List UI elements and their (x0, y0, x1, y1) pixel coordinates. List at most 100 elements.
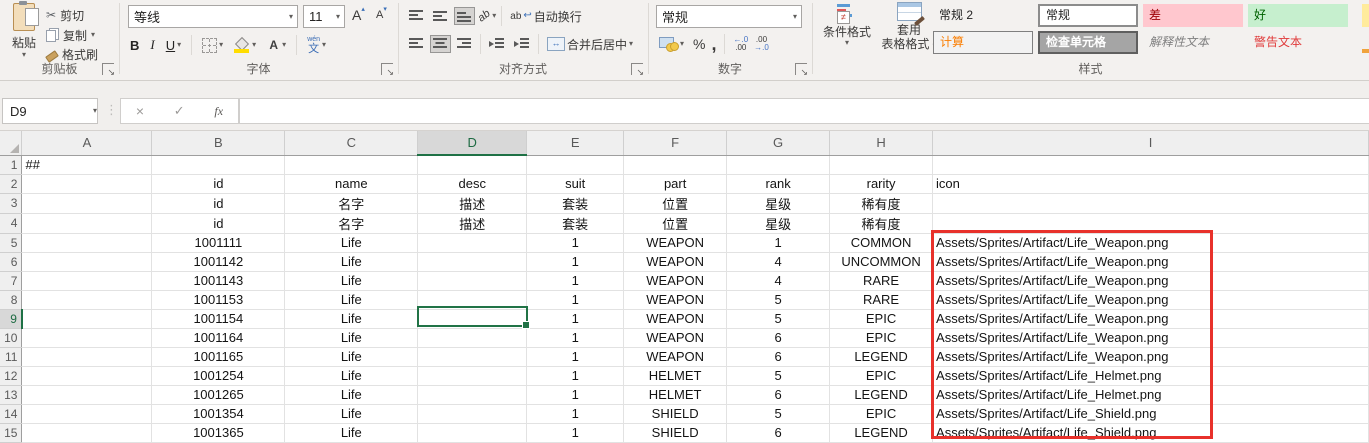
row-header-1[interactable]: 1 (0, 155, 22, 174)
cell-C12[interactable]: Life (285, 366, 418, 385)
italic-button[interactable]: I (147, 35, 157, 55)
cell-I14[interactable]: Assets/Sprites/Artifact/Life_Shield.png (933, 404, 1369, 423)
col-header-H[interactable]: H (830, 131, 933, 155)
row-header-9[interactable]: 9 (0, 309, 22, 328)
grow-font-button[interactable]: A ▴ (352, 7, 365, 23)
font-name-combo[interactable]: 等线 ▾ (128, 5, 298, 28)
align-left-button[interactable] (406, 35, 427, 53)
cell-I3[interactable] (933, 193, 1369, 213)
cell-I13[interactable]: Assets/Sprites/Artifact/Life_Helmet.png (933, 385, 1369, 404)
cell-A6[interactable] (22, 252, 152, 271)
row-header-5[interactable]: 5 (0, 233, 22, 252)
cell-E11[interactable]: 1 (527, 347, 624, 366)
cell-B7[interactable]: 1001143 (152, 271, 285, 290)
cell-E12[interactable]: 1 (527, 366, 624, 385)
cell-E2[interactable]: suit (527, 174, 624, 193)
cell-D12[interactable] (418, 366, 527, 385)
cell-A14[interactable] (22, 404, 152, 423)
clipboard-dialog-launcher[interactable]: ↘ (102, 63, 114, 75)
cell-A2[interactable] (22, 174, 152, 193)
cell-I4[interactable] (933, 213, 1369, 233)
cell-H4[interactable]: 稀有度 (830, 213, 933, 233)
cell-H7[interactable]: RARE (830, 271, 933, 290)
increase-indent-button[interactable] (511, 35, 533, 53)
cell-G7[interactable]: 4 (727, 271, 830, 290)
cell-D5[interactable] (418, 233, 527, 252)
comma-style-button[interactable]: , (711, 39, 716, 49)
cell-H11[interactable]: LEGEND (830, 347, 933, 366)
cell-H3[interactable]: 稀有度 (830, 193, 933, 213)
cell-D1[interactable] (418, 155, 527, 174)
copy-button[interactable]: 复制 ▾ (46, 26, 95, 44)
cell-H1[interactable] (830, 155, 933, 174)
cell-H15[interactable]: LEGEND (830, 423, 933, 442)
cell-H5[interactable]: COMMON (830, 233, 933, 252)
phonetic-button[interactable]: wén文▾ (304, 34, 329, 57)
col-header-G[interactable]: G (727, 131, 830, 155)
cell-D14[interactable] (418, 404, 527, 423)
cell-E13[interactable]: 1 (527, 385, 624, 404)
cell-H8[interactable]: RARE (830, 290, 933, 309)
enter-icon[interactable]: ✓ (174, 103, 185, 119)
insert-function-icon[interactable]: fx (214, 104, 223, 119)
cell-C15[interactable]: Life (285, 423, 418, 442)
name-box[interactable]: D9 ▾ (2, 98, 98, 124)
cell-C14[interactable]: Life (285, 404, 418, 423)
row-header-7[interactable]: 7 (0, 271, 22, 290)
cell-F12[interactable]: HELMET (624, 366, 727, 385)
cell-style-explanatory[interactable]: 解释性文本 (1143, 31, 1243, 54)
cell-E14[interactable]: 1 (527, 404, 624, 423)
cell-E1[interactable] (527, 155, 624, 174)
accounting-format-button[interactable]: ▾ (656, 35, 687, 53)
cell-B10[interactable]: 1001164 (152, 328, 285, 347)
paste-button[interactable]: 粘贴 ▾ (4, 3, 44, 61)
col-header-D[interactable]: D (418, 131, 527, 155)
wrap-text-button[interactable]: ab↩ 自动换行 (507, 6, 585, 27)
cell-F5[interactable]: WEAPON (624, 233, 727, 252)
row-header-13[interactable]: 13 (0, 385, 22, 404)
cell-B11[interactable]: 1001165 (152, 347, 285, 366)
cell-A3[interactable] (22, 193, 152, 213)
cell-E15[interactable]: 1 (527, 423, 624, 442)
cell-G2[interactable]: rank (727, 174, 830, 193)
cell-G13[interactable]: 6 (727, 385, 830, 404)
cell-style-bad[interactable]: 差 (1143, 4, 1243, 27)
row-header-12[interactable]: 12 (0, 366, 22, 385)
cell-C2[interactable]: name (285, 174, 418, 193)
row-header-10[interactable]: 10 (0, 328, 22, 347)
decrease-indent-button[interactable] (486, 35, 508, 53)
col-header-A[interactable]: A (22, 131, 152, 155)
cell-I10[interactable]: Assets/Sprites/Artifact/Life_Weapon.png (933, 328, 1369, 347)
cell-style-warning[interactable]: 警告文本 (1248, 31, 1348, 54)
cell-I12[interactable]: Assets/Sprites/Artifact/Life_Helmet.png (933, 366, 1369, 385)
cell-H12[interactable]: EPIC (830, 366, 933, 385)
cell-F1[interactable] (624, 155, 727, 174)
cell-B5[interactable]: 1001111 (152, 233, 285, 252)
cell-B6[interactable]: 1001142 (152, 252, 285, 271)
cell-D9[interactable] (418, 309, 527, 328)
font-dialog-launcher[interactable]: ↘ (381, 63, 393, 75)
align-center-button[interactable] (430, 35, 451, 53)
cell-F10[interactable]: WEAPON (624, 328, 727, 347)
cell-F4[interactable]: 位置 (624, 213, 727, 233)
cell-G14[interactable]: 5 (727, 404, 830, 423)
cell-style-check-cell[interactable]: 检查单元格 (1038, 31, 1138, 54)
font-size-combo[interactable]: 11 ▾ (303, 5, 345, 28)
col-header-B[interactable]: B (152, 131, 285, 155)
cell-B2[interactable]: id (152, 174, 285, 193)
cell-F2[interactable]: part (624, 174, 727, 193)
cell-E5[interactable]: 1 (527, 233, 624, 252)
col-header-I[interactable]: I (933, 131, 1369, 155)
row-header-3[interactable]: 3 (0, 193, 22, 213)
align-middle-button[interactable] (430, 7, 451, 25)
cell-G8[interactable]: 5 (727, 290, 830, 309)
cell-E9[interactable]: 1 (527, 309, 624, 328)
cell-style-good[interactable]: 好 (1248, 4, 1348, 27)
cell-D15[interactable] (418, 423, 527, 442)
cell-C1[interactable] (285, 155, 418, 174)
cell-I5[interactable]: Assets/Sprites/Artifact/Life_Weapon.png (933, 233, 1369, 252)
row-header-8[interactable]: 8 (0, 290, 22, 309)
borders-button[interactable]: ▾ (199, 36, 226, 55)
col-header-C[interactable]: C (285, 131, 418, 155)
underline-button[interactable]: U▾ (163, 36, 184, 55)
